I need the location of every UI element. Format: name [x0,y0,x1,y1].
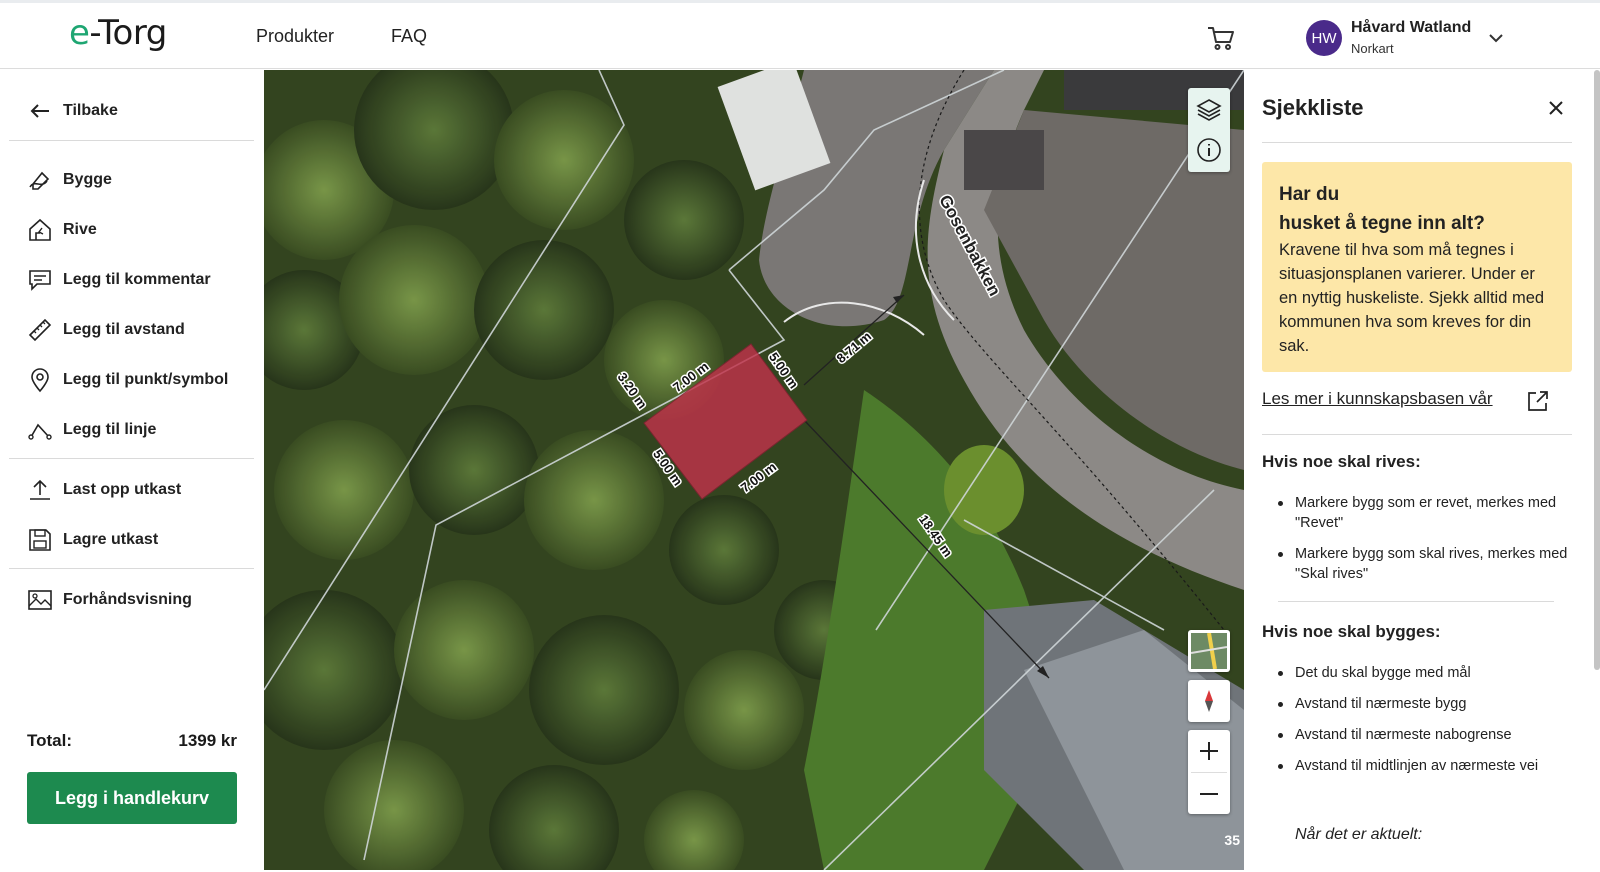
save-draft-button[interactable]: Lagre utkast [27,525,158,555]
divider [9,458,254,459]
chevron-down-icon[interactable] [1487,29,1505,47]
line-tool-icon [28,423,52,440]
top-header: e-Torg Produkter FAQ HW Håvard Watland N… [0,3,1600,69]
back-button[interactable]: Tilbake [27,96,118,126]
avatar[interactable]: HW [1306,20,1342,56]
house-demolish-icon [29,218,51,241]
user-org: Norkart [1351,41,1394,56]
comment-icon [29,270,51,291]
tool-comment[interactable]: Legg til kommentar [27,265,211,295]
tool-rive[interactable]: Rive [27,215,97,245]
list-item: Avstand til nærmeste bygg [1278,694,1568,714]
divider [9,140,254,141]
map-scale-label: 35 [1224,832,1240,848]
total-value: 1399 kr [178,731,237,750]
panel-title: Sjekkliste [1262,95,1364,120]
notice-body: Kravene til hva som må tegnes i situasjo… [1279,241,1545,355]
map-canvas[interactable]: Gosenbakken 7.00 m 5.00 m 3.20 m 5.00 m … [264,70,1244,870]
zoom-controls [1188,730,1230,814]
divider [9,568,254,569]
cart-icon[interactable] [1206,23,1236,53]
etorg-logo[interactable]: e-Torg [69,13,167,53]
tool-sidebar: Tilbake Bygge Rive Legg til kommentar Le… [0,70,264,872]
list-item: Avstand til midtlinjen av nærmeste vei [1278,756,1568,776]
compass-icon [1205,690,1213,712]
compass-button[interactable] [1188,680,1230,722]
divider [1262,434,1572,435]
build-list: Det du skal bygge med mål Avstand til næ… [1278,663,1568,787]
pencil-draw-icon [29,171,50,190]
app-window: e-Torg Produkter FAQ HW Håvard Watland N… [0,0,1600,872]
tool-distance[interactable]: Legg til avstand [27,315,185,345]
preview-button[interactable]: Forhåndsvisning [27,585,192,615]
add-to-cart-button[interactable]: Legg i handlekurv [27,772,237,824]
info-icon[interactable] [1195,136,1223,164]
map-pin-icon [31,368,49,393]
upload-icon [30,479,50,500]
nav-produkter[interactable]: Produkter [256,26,334,47]
relevant-note: Når det er aktuelt: [1295,826,1423,843]
basemap-toggle[interactable] [1188,630,1230,672]
checklist-panel: Sjekkliste Har du husket å tegne inn alt… [1244,70,1592,872]
upload-draft-button[interactable]: Last opp utkast [27,475,181,505]
close-icon[interactable] [1546,98,1566,118]
list-item: Det du skal bygge med mål [1278,663,1568,683]
divider [1191,771,1227,773]
list-item: Markere bygg som er revet, merkes med "R… [1278,493,1568,533]
map-tools-group [1188,88,1230,172]
knowledge-base-link[interactable]: Les mer i kunnskapsbasen vår [1262,389,1493,409]
notice-title-line1: Har du [1279,184,1340,205]
nav-faq[interactable]: FAQ [391,26,427,47]
list-item: Avstand til nærmeste nabogrense [1278,725,1568,745]
zoom-in-icon[interactable] [1196,738,1222,764]
tool-point[interactable]: Legg til punkt/symbol [27,365,228,395]
user-name: Håvard Watland [1351,19,1472,36]
save-icon [29,529,51,551]
zoom-out-icon[interactable] [1196,781,1222,807]
divider [1278,601,1554,602]
reminder-notice: Har du husket å tegne inn alt? Kravene t… [1262,162,1572,372]
external-link-icon[interactable] [1526,389,1550,413]
image-icon [28,590,52,610]
ruler-icon [28,318,52,342]
demolish-list: Markere bygg som er revet, merkes med "R… [1278,493,1568,595]
total-label: Total: [27,731,73,750]
build-heading: Hvis noe skal bygges: [1262,622,1441,641]
list-item: Markere bygg som skal rives, merkes med … [1278,544,1568,584]
demolish-heading: Hvis noe skal rives: [1262,452,1421,471]
basemap-thumbnail-icon [1191,633,1227,669]
divider [1262,142,1572,143]
aerial-image: Gosenbakken 7.00 m 5.00 m 3.20 m 5.00 m … [264,70,1244,870]
layers-icon[interactable] [1195,96,1223,124]
arrow-left-icon [30,104,49,118]
tool-line[interactable]: Legg til linje [27,415,156,445]
notice-title-line2: husket å tegne inn alt? [1279,213,1485,234]
panel-scrollbar[interactable] [1594,70,1600,670]
tool-bygge[interactable]: Bygge [27,165,112,195]
